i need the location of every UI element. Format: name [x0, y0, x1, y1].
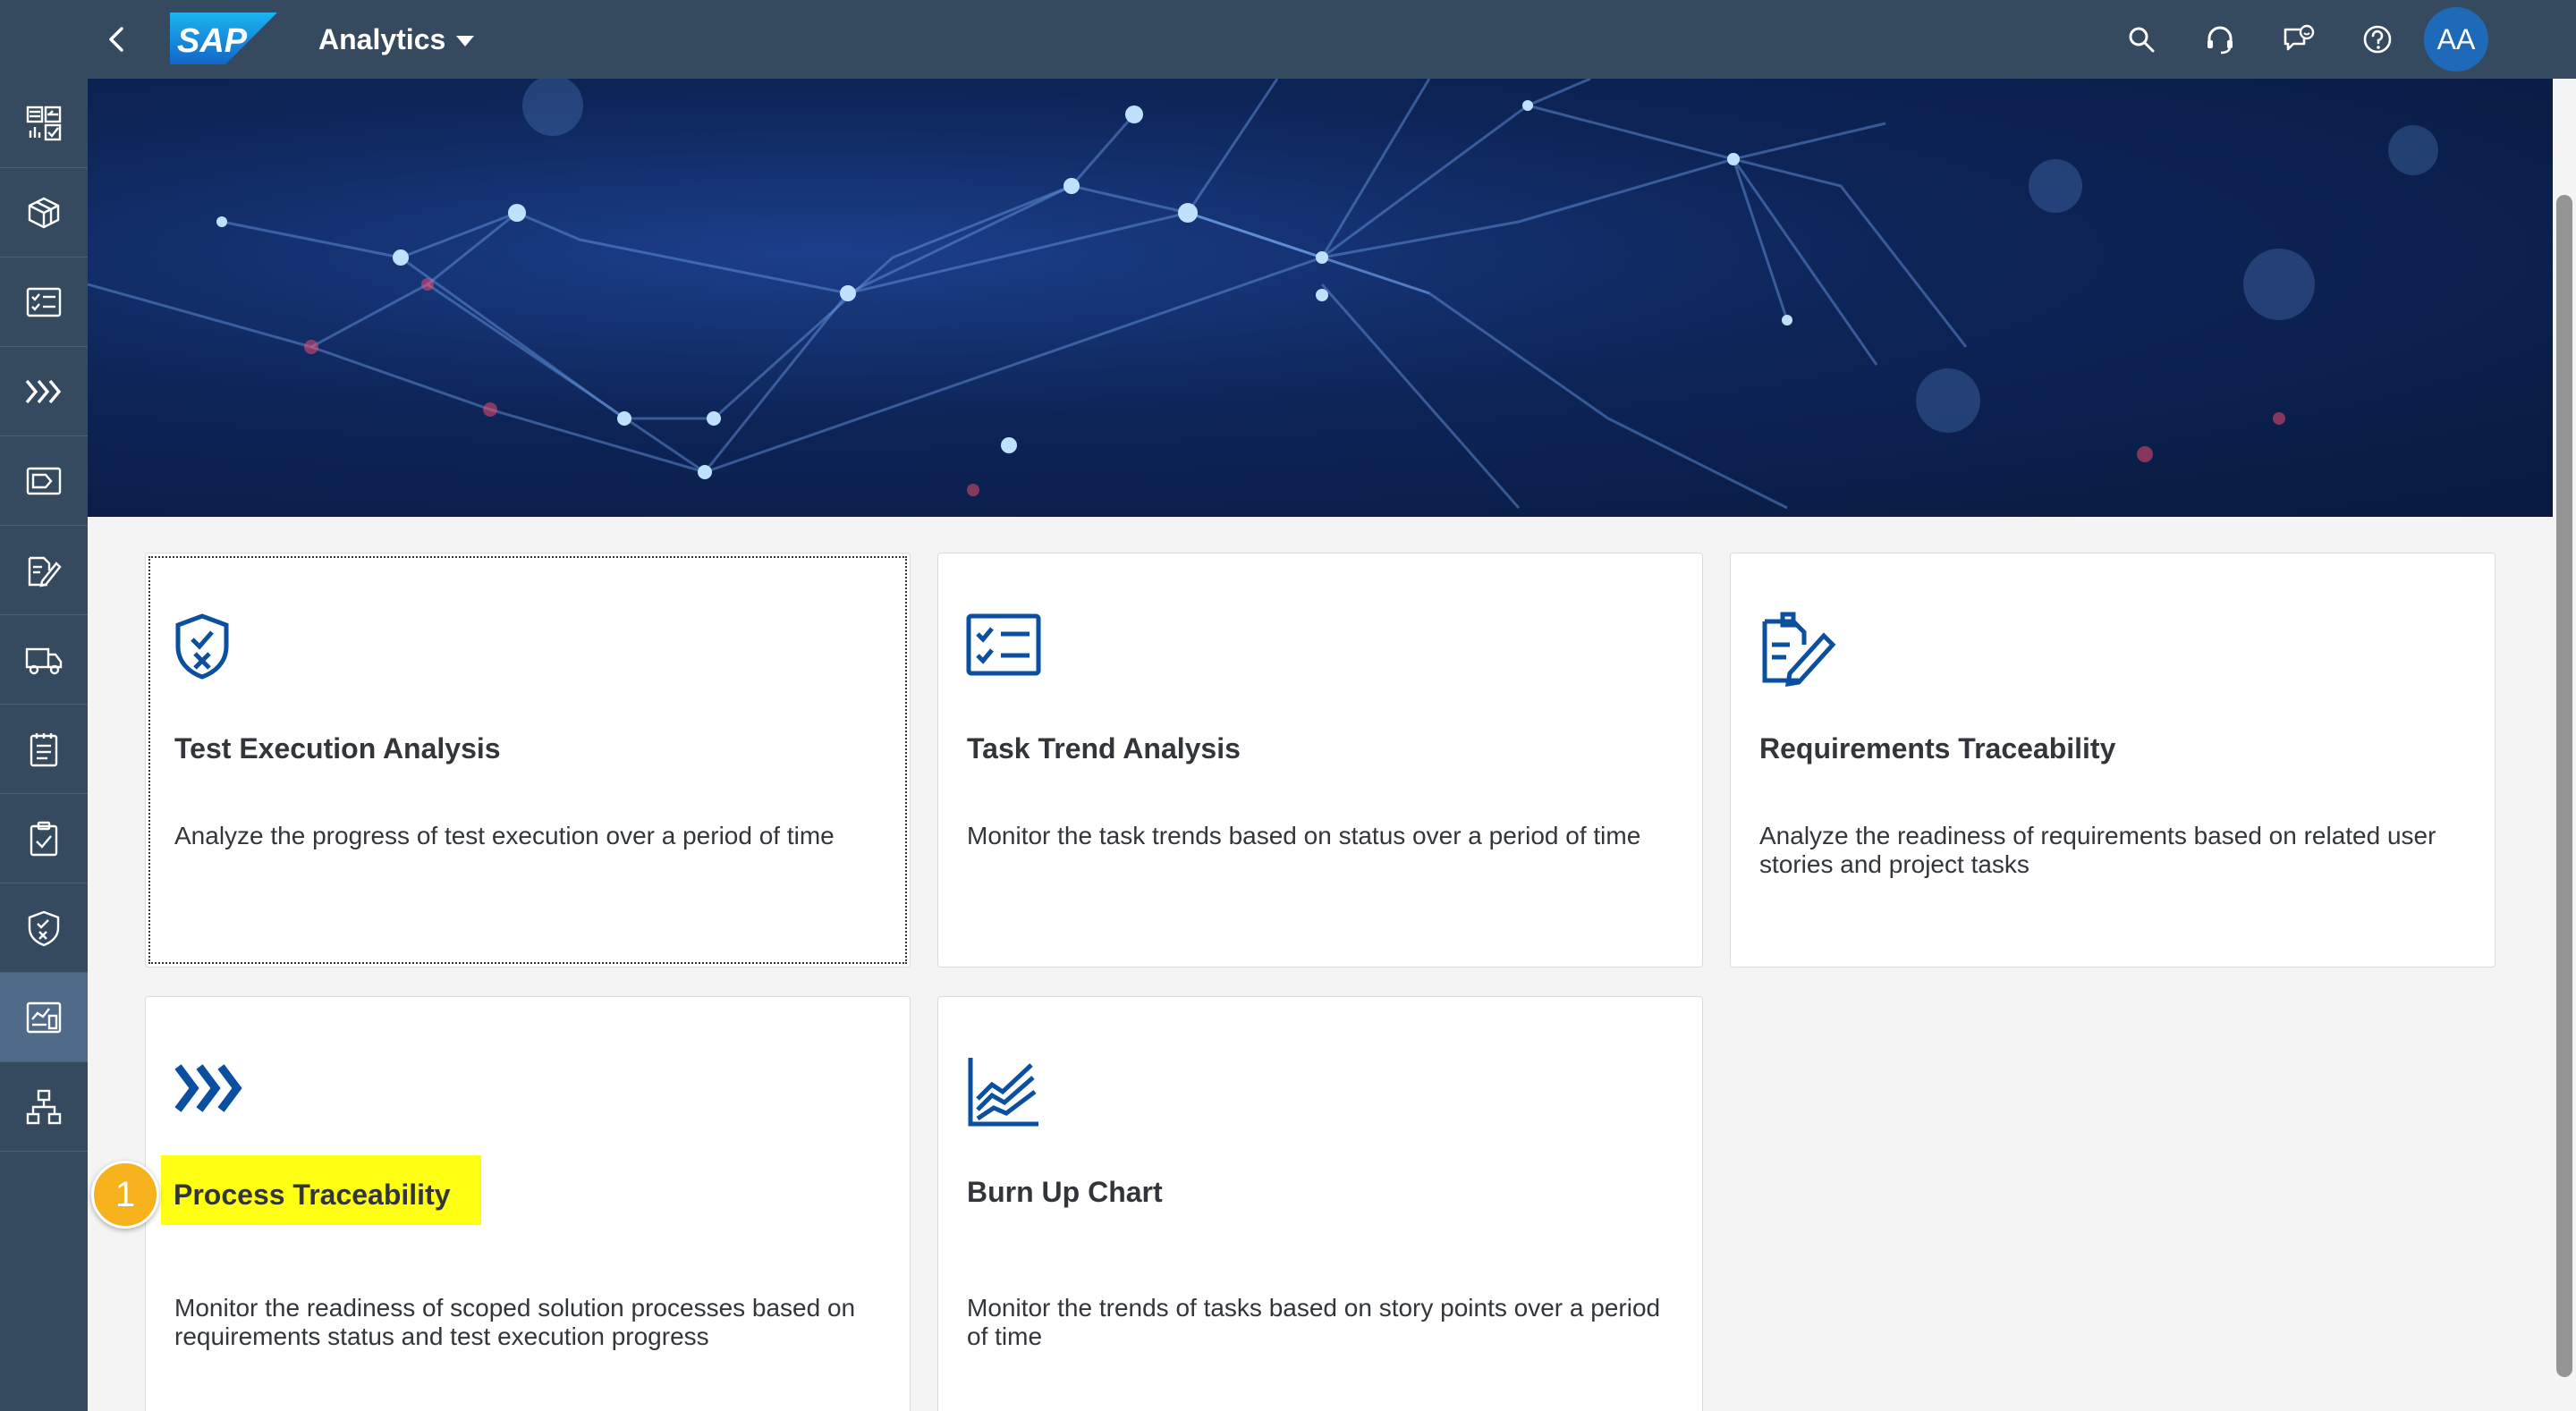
nav-item-shield[interactable] — [0, 883, 88, 973]
tile-description: Monitor the readiness of scoped solution… — [174, 1294, 856, 1350]
shield-check-icon — [28, 910, 60, 946]
delivery-truck-icon — [25, 647, 63, 674]
help-icon — [2363, 25, 2392, 54]
nav-item-solution[interactable] — [0, 168, 88, 258]
feedback-button[interactable] — [2279, 20, 2318, 59]
nav-item-checklist[interactable] — [0, 258, 88, 347]
caret-down-icon — [456, 36, 475, 46]
checklist-icon — [966, 613, 1041, 676]
tile-title: Test Execution Analysis — [174, 732, 501, 765]
checklist-icon — [26, 287, 62, 317]
tile-burn-up-chart[interactable]: Burn Up Chart Monitor the trends of task… — [937, 996, 1703, 1411]
hero-banner — [88, 79, 2553, 517]
nav-item-analytics[interactable] — [0, 973, 88, 1062]
user-avatar[interactable]: AA — [2424, 7, 2488, 72]
nav-item-edit-document[interactable] — [0, 526, 88, 615]
nav-item-hierarchy[interactable] — [0, 1062, 88, 1152]
process-icon — [174, 1064, 242, 1112]
search-icon — [2129, 27, 2155, 53]
solution-icon — [28, 197, 60, 228]
network-graphic — [88, 79, 2438, 510]
feedback-icon — [2284, 24, 2315, 51]
tag-icon — [26, 467, 62, 494]
tile-description: Analyze the readiness of requirements ba… — [1759, 822, 2436, 878]
tile-requirements-traceability[interactable]: Requirements Traceability Analyze the re… — [1730, 553, 2496, 967]
scrollbar-thumb[interactable] — [2556, 195, 2572, 1377]
nav-item-clipboard[interactable] — [0, 794, 88, 883]
nav-item-tag[interactable] — [0, 436, 88, 526]
sap-logo[interactable]: SAP — [170, 13, 277, 64]
tile-title: Task Trend Analysis — [967, 732, 1241, 765]
step-callout-badge: 1 — [91, 1161, 159, 1229]
nav-item-delivery[interactable] — [0, 615, 88, 705]
shield-check-icon — [175, 613, 229, 680]
tile-title: Requirements Traceability — [1759, 732, 2116, 765]
app-title-menu[interactable]: Analytics — [318, 20, 475, 59]
app-title: Analytics — [318, 22, 446, 55]
line-chart-icon — [968, 1058, 1038, 1127]
tile-description: Monitor the task trends based on status … — [967, 822, 1641, 849]
nav-item-process[interactable] — [0, 347, 88, 436]
tile-title: Burn Up Chart — [967, 1176, 1163, 1208]
side-navigation — [0, 79, 88, 1411]
help-button[interactable] — [2358, 20, 2397, 59]
back-button[interactable] — [97, 20, 136, 59]
analytics-icon — [26, 1001, 62, 1033]
process-icon — [25, 379, 62, 403]
dashboard-icon — [26, 106, 62, 140]
hierarchy-icon — [26, 1089, 62, 1124]
headset-icon — [2207, 26, 2233, 55]
sap-logo-text: SAP — [177, 22, 248, 60]
shell-bar: SAP Analytics AA — [0, 0, 2576, 79]
tile-task-trend-analysis[interactable]: Task Trend Analysis Monitor the task tre… — [937, 553, 1703, 967]
nav-item-dashboard[interactable] — [0, 79, 88, 168]
tile-test-execution-analysis[interactable]: Test Execution Analysis Analyze the prog… — [145, 553, 911, 967]
notepad-icon — [30, 732, 58, 766]
tile-description: Monitor the trends of tasks based on sto… — [967, 1294, 1661, 1350]
chevron-left-icon — [109, 27, 123, 52]
nav-item-notepad[interactable] — [0, 705, 88, 794]
support-button[interactable] — [2200, 20, 2240, 59]
tile-description: Analyze the progress of test execution o… — [174, 822, 835, 849]
clipboard-check-icon — [30, 821, 58, 856]
edit-document-icon — [28, 556, 62, 587]
tile-title[interactable]: Process Traceability — [174, 1179, 451, 1212]
search-button[interactable] — [2122, 20, 2161, 59]
edit-document-icon — [1762, 612, 1836, 688]
